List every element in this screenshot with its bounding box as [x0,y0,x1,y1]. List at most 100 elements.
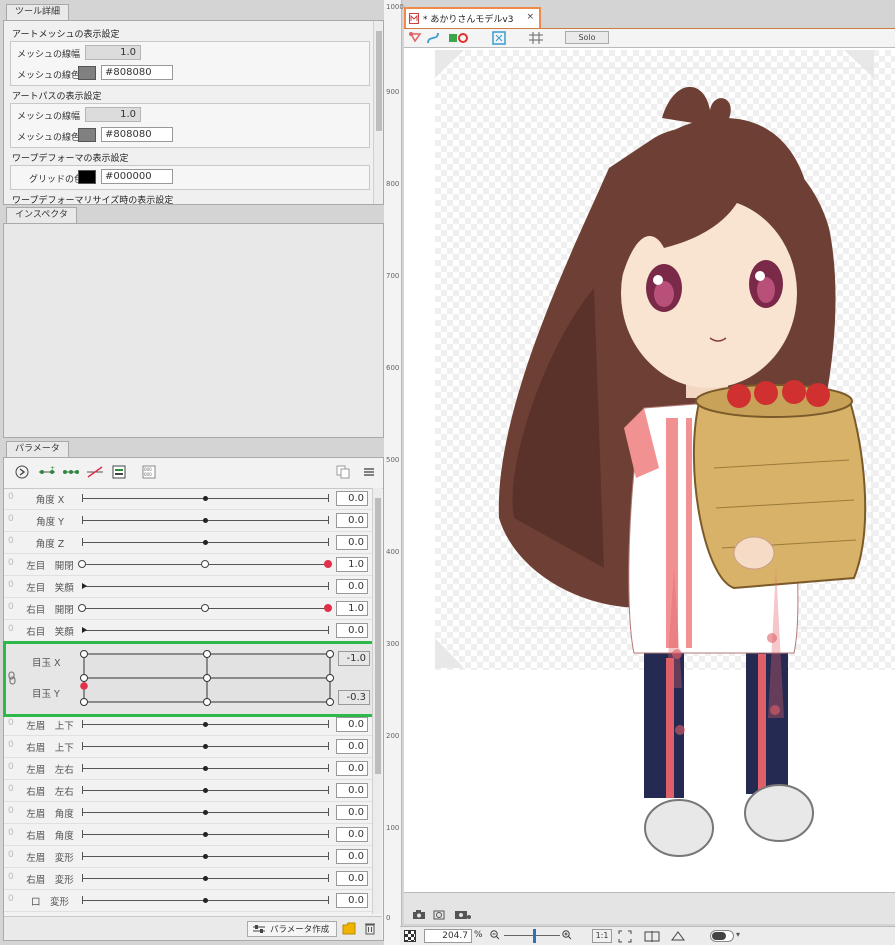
parameter-value[interactable]: 0.0 [336,623,368,638]
2d-parameter-grid[interactable] [76,646,334,708]
scrollbar[interactable] [373,21,383,204]
color-hex-input[interactable]: #000000 [101,169,173,184]
grid-key-icon[interactable]: 000 000 [140,463,158,481]
transparency-toggle-icon[interactable] [404,930,416,942]
parameter-value[interactable]: 0.0 [336,871,368,886]
parameter-row[interactable]: 0 左眉 上下 0.0 [4,714,372,736]
keyform-point-active[interactable] [324,604,332,612]
parameter-value[interactable]: 0.0 [336,827,368,842]
display-toggle[interactable] [710,930,734,942]
delete-key-icon[interactable] [86,463,104,481]
parameter-row[interactable]: 0 右眉 角度 0.0 [4,824,372,846]
slider-handle[interactable] [203,810,208,815]
parameter-value[interactable]: 0.0 [336,535,368,550]
actual-size-button[interactable]: 1:1 [592,929,612,943]
parameter-row[interactable]: 0 左目 笑顔 0.0 [4,576,372,598]
parameter-value[interactable]: 0.0 [336,739,368,754]
slider-handle[interactable] [203,496,208,501]
solo-button[interactable]: Solo [565,31,609,44]
play-icon[interactable] [13,463,31,481]
keyform-point[interactable] [78,604,86,612]
slider-handle[interactable] [203,744,208,749]
parameter-value[interactable]: 1.0 [336,557,368,572]
parameter-row[interactable]: 0 角度 X 0.0 [4,488,372,510]
zoom-slider-handle[interactable] [533,929,536,943]
parameter-value-y[interactable]: -0.3 [338,690,370,705]
slider-handle[interactable] [203,854,208,859]
parameter-row[interactable]: 0 右眉 変形 0.0 [4,868,372,890]
parameter-row[interactable]: 0 角度 Y 0.0 [4,510,372,532]
slider-handle[interactable] [203,788,208,793]
slider-handle[interactable] [203,898,208,903]
menu-icon[interactable] [360,463,378,481]
slider-handle[interactable] [203,540,208,545]
parameter-row[interactable]: 0 左眉 変形 0.0 [4,846,372,868]
color-swatch[interactable] [78,66,96,80]
color-hex-input[interactable]: #808080 [101,127,173,142]
trash-icon[interactable] [364,921,376,935]
chevron-down-icon[interactable]: ▾ [736,930,740,939]
deformer-tools-icon[interactable] [448,31,468,46]
zoom-input[interactable]: 204.7 [424,929,472,943]
character-model-illustration[interactable] [404,48,895,892]
parameter-scrollbar[interactable] [372,488,382,914]
parameter-row[interactable]: 0 左目 開閉 1.0 [4,554,372,576]
color-swatch[interactable] [78,128,96,142]
parameter-value[interactable]: 0.0 [336,717,368,732]
copy-icon[interactable] [334,463,352,481]
select-tool-icon[interactable] [408,31,424,46]
parameter-row[interactable]: 0 角度 Z 0.0 [4,532,372,554]
parameter-value[interactable]: 1.0 [336,601,368,616]
tab-tool-details[interactable]: ツール詳細 [6,4,70,20]
slider-track[interactable] [82,630,328,631]
slider-handle[interactable] [82,627,87,633]
parameter-value[interactable]: 0.0 [336,513,368,528]
keyform-point-active[interactable] [324,560,332,568]
fit-to-window-icon[interactable] [618,930,632,943]
camera-reset-icon[interactable] [432,908,446,920]
mesh-width-input[interactable]: 1.0 [85,45,141,60]
slider-handle[interactable] [203,722,208,727]
link-icon[interactable] [8,671,16,685]
add-three-keys-icon[interactable] [62,463,80,481]
parameter-value[interactable]: 0.0 [336,849,368,864]
folder-icon[interactable] [342,922,356,935]
parameter-value[interactable]: 0.0 [336,893,368,908]
canvas-viewport[interactable] [404,48,895,892]
slider-handle[interactable] [82,583,87,589]
rotate-view-icon[interactable] [670,930,686,943]
camera-settings-icon[interactable] [454,908,472,920]
zoom-slider[interactable] [504,935,560,936]
color-swatch[interactable] [78,170,96,184]
color-hex-input[interactable]: #808080 [101,65,173,80]
fit-view-icon[interactable] [492,31,506,45]
parameter-row[interactable]: 0 右眉 上下 0.0 [4,736,372,758]
parameter-value[interactable]: 0.0 [336,805,368,820]
slider-track[interactable] [82,586,328,587]
edit-panel-icon[interactable] [110,463,128,481]
parameter-value[interactable]: 0.0 [336,761,368,776]
keyform-point[interactable] [78,560,86,568]
slider-handle[interactable] [203,766,208,771]
parameter-row[interactable]: 0 右目 開閉 1.0 [4,598,372,620]
keyform-point[interactable] [201,560,209,568]
add-key-icon[interactable]: + [38,463,56,481]
create-parameter-button[interactable]: パラメータ作成 [247,921,337,937]
close-tab-icon[interactable]: × [526,12,534,22]
tab-parameters[interactable]: パラメータ [6,441,69,457]
camera-icon[interactable] [412,909,426,920]
keyform-point[interactable] [201,604,209,612]
slider-handle[interactable] [203,876,208,881]
scroll-thumb[interactable] [375,498,381,774]
parameter-row[interactable]: 0 右目 笑顔 0.0 [4,620,372,642]
grid-toggle-icon[interactable] [528,31,544,45]
curve-tool-icon[interactable] [426,31,440,46]
parameter-value[interactable]: 0.0 [336,579,368,594]
zoom-out-icon[interactable] [490,930,500,940]
document-tab[interactable]: * あかりさんモデルv3 × [404,7,541,28]
parameter-value-x[interactable]: -1.0 [338,651,370,666]
mesh-width-input[interactable]: 1.0 [85,107,141,122]
parameter-value[interactable]: 0.0 [336,491,368,506]
parameter-value[interactable]: 0.0 [336,783,368,798]
flip-horizontal-icon[interactable] [644,930,660,943]
